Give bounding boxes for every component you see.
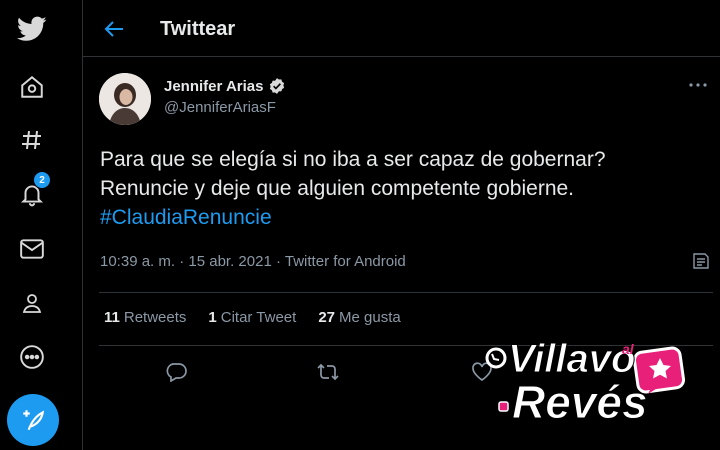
tweet-source[interactable]: Twitter for Android [285, 253, 406, 270]
tweet-line: Para que se elegía si no iba a ser capaz… [100, 148, 606, 171]
more-options-icon[interactable] [12, 337, 52, 377]
home-icon[interactable] [12, 67, 52, 107]
notification-count-badge: 2 [33, 171, 51, 189]
tweet-time[interactable]: 10:39 a. m. [100, 253, 175, 270]
tweet-stats: 11 Retweets 1 Citar Tweet 27 Me gusta [104, 309, 401, 326]
quotes-label: Citar Tweet [220, 309, 297, 326]
retweets-stat[interactable]: 11 Retweets [104, 309, 186, 326]
watermark-small: al [622, 341, 635, 357]
watermark-line2: Revés [512, 376, 648, 425]
author-name-row[interactable]: Jennifer Arias [164, 77, 286, 95]
divider [99, 292, 713, 293]
likes-label: Me gusta [339, 309, 401, 326]
quotes-count: 1 [208, 309, 217, 326]
sidebar-nav: 2 [0, 0, 64, 450]
watermark-line1: Villavo [508, 337, 635, 381]
verified-badge-icon [269, 78, 284, 94]
tweet-date[interactable]: 15 abr. 2021 [188, 253, 271, 270]
author-handle[interactable]: @JenniferAriasF [164, 99, 276, 116]
more-icon[interactable] [686, 76, 710, 94]
page-header: Twittear [83, 0, 720, 57]
analytics-icon[interactable] [691, 251, 711, 271]
retweets-count: 11 [104, 309, 120, 326]
explore-hashtag-icon[interactable] [12, 120, 52, 160]
tweet-line: Renuncie y deje que alguien competente g… [100, 177, 575, 200]
retweet-icon[interactable] [315, 360, 341, 384]
page-title: Twittear [160, 18, 236, 40]
quotes-stat[interactable]: 1 Citar Tweet [208, 309, 296, 326]
back-arrow-icon[interactable] [102, 17, 126, 41]
hashtag-link[interactable]: #ClaudiaRenuncie [100, 203, 700, 232]
tweet-text: Para que se elegía si no iba a ser capaz… [100, 145, 700, 232]
compose-tweet-button[interactable] [7, 394, 59, 446]
messages-envelope-icon[interactable] [12, 229, 52, 269]
author-name[interactable]: Jennifer Arias [164, 78, 264, 95]
reply-icon[interactable] [163, 360, 189, 384]
profile-icon[interactable] [12, 283, 52, 323]
likes-count: 27 [318, 309, 336, 326]
tweet-metadata: 10:39 a. m. · 15 abr. 2021 · Twitter for… [100, 253, 406, 270]
avatar[interactable] [99, 73, 151, 125]
retweets-label: Retweets [123, 309, 187, 326]
twitter-logo-icon[interactable] [12, 9, 52, 49]
villavo-al-reves-logo: Villavo al Revés [485, 337, 686, 425]
likes-stat[interactable]: 27 Me gusta [318, 309, 400, 326]
notifications-bell-icon[interactable]: 2 [12, 171, 52, 214]
